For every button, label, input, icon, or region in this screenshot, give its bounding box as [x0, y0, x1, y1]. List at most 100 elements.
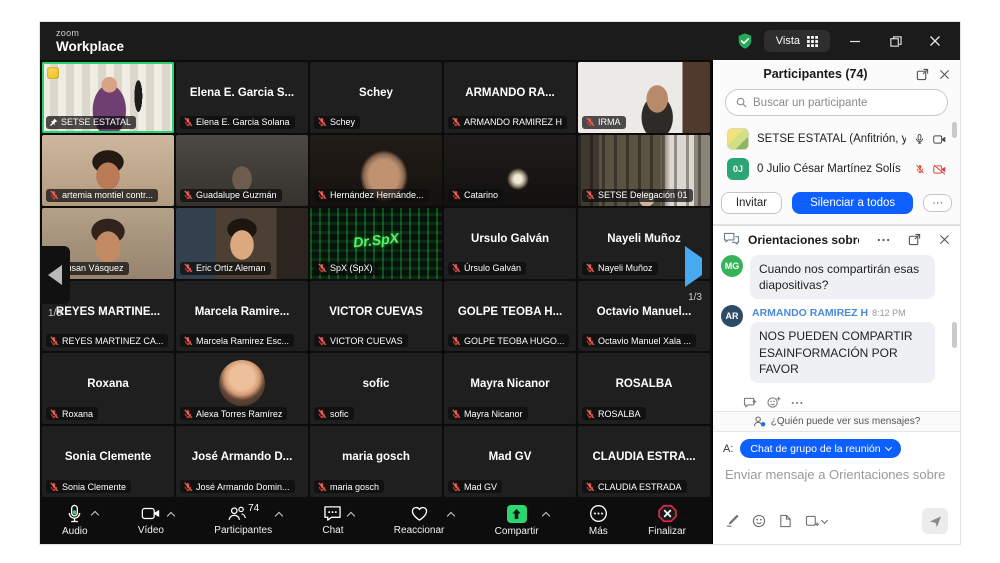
mic-muted-icon: [451, 409, 461, 419]
audio-options-caret[interactable]: [90, 511, 98, 519]
video-tile[interactable]: Alexa Torres Ramírez: [176, 353, 308, 424]
participant-row[interactable]: SETSE ESTATAL (Anfitrión, yo): [713, 124, 960, 154]
participants-options-caret[interactable]: [275, 512, 283, 520]
close-chat-icon[interactable]: [939, 234, 950, 245]
mic-muted-icon: [49, 482, 59, 492]
add-reaction-icon[interactable]: [767, 396, 781, 409]
share-options-caret[interactable]: [541, 511, 549, 519]
send-message-button[interactable]: [922, 508, 948, 534]
mic-muted-icon: [317, 117, 327, 127]
maximize-button[interactable]: [880, 28, 910, 54]
video-options-caret[interactable]: [167, 512, 175, 520]
video-tile[interactable]: SETSE ESTATAL: [42, 62, 174, 133]
reply-in-thread-icon[interactable]: [743, 397, 757, 409]
participants-panel-title: Participantes (74): [725, 67, 906, 81]
video-tile[interactable]: Dr.SpXSpX (SpX): [310, 208, 442, 279]
recipient-selector[interactable]: Chat de grupo de la reunión: [740, 439, 900, 458]
video-tile[interactable]: Hernández Hernánde...: [310, 135, 442, 206]
close-participants-icon[interactable]: [939, 69, 950, 80]
tile-nameplate: Hernández Hernánde...: [314, 189, 429, 202]
close-window-button[interactable]: [920, 28, 950, 54]
minimize-button[interactable]: [840, 28, 870, 54]
recipient-label: Chat de grupo de la reunión: [750, 443, 880, 455]
search-participant-input[interactable]: Buscar un participante: [725, 89, 948, 116]
tile-nameplate: sofic: [314, 407, 354, 420]
emoji-icon[interactable]: [752, 514, 766, 528]
react-button[interactable]: Reaccionar: [394, 505, 455, 536]
popout-chat-icon[interactable]: [908, 233, 921, 246]
mic-muted-icon: [183, 482, 193, 492]
video-tile[interactable]: artemia montiel contr...: [42, 135, 174, 206]
message-avatar: AR: [721, 305, 743, 327]
participant-row[interactable]: 0J0 Julio César Martínez Solís: [713, 154, 960, 184]
microphone-icon: [66, 504, 83, 523]
tile-centered-name: REYES MARTINE...: [47, 306, 168, 318]
message-bubble[interactable]: Cuando nos compartirán esas diapositivas…: [750, 255, 935, 299]
video-tile[interactable]: ARMANDO RA...ARMANDO RAMIREZ H: [444, 62, 576, 133]
message-bubble[interactable]: NOS PUEDEN COMPARTIR ESAINFORMACIÓN POR …: [750, 322, 935, 383]
video-tile[interactable]: ScheySchey: [310, 62, 442, 133]
video-tile[interactable]: Mad GVMad GV: [444, 426, 576, 497]
mic-icon: [914, 133, 925, 145]
video-tile[interactable]: ROSALBAROSALBA: [578, 353, 710, 424]
video-button[interactable]: Vídeo: [138, 505, 174, 536]
chat-scrollbar[interactable]: [952, 322, 957, 348]
tile-centered-name: Schey: [315, 87, 436, 99]
video-tile[interactable]: Elena E. Garcia S...Elena E. Garcia Sola…: [176, 62, 308, 133]
video-tile[interactable]: maria goschmaria gosch: [310, 426, 442, 497]
format-text-icon[interactable]: [725, 514, 739, 528]
chat-options-caret[interactable]: [346, 512, 354, 520]
mic-muted-icon: [585, 409, 595, 419]
video-tile[interactable]: GOLPE TEOBA H...GOLPE TEOBA HUGO...: [444, 281, 576, 352]
pin-icon: [49, 118, 58, 127]
screenshot-caret-icon[interactable]: [821, 516, 828, 523]
more-button[interactable]: Más: [589, 504, 608, 537]
participant-av-status: [914, 133, 946, 145]
meeting-toolbar: Audio Vídeo 74: [40, 497, 712, 544]
next-page-button[interactable]: [685, 258, 702, 276]
sidebar: Participantes (74) Buscar un participant…: [712, 60, 960, 544]
mute-all-button[interactable]: Silenciar a todos: [792, 192, 913, 214]
chat-panel-icon: [723, 232, 740, 247]
security-shield-icon[interactable]: [736, 32, 754, 50]
video-tile[interactable]: IRMA: [578, 62, 710, 133]
attach-file-icon[interactable]: [779, 514, 792, 528]
chat-more-icon[interactable]: [877, 238, 890, 242]
popout-panel-icon[interactable]: [916, 68, 929, 81]
participants-more-button[interactable]: ···: [923, 194, 952, 212]
participant-av-status: [915, 164, 946, 175]
video-tile[interactable]: Guadalupe Guzmán: [176, 135, 308, 206]
message-more-icon[interactable]: [791, 401, 803, 405]
participant-name: 0 Julio César Martínez Solís: [757, 163, 907, 175]
participants-button[interactable]: 74 Participantes: [214, 505, 282, 536]
video-tile[interactable]: CLAUDIA ESTRA...CLAUDIA ESTRADA: [578, 426, 710, 497]
tile-centered-name: Octavio Manuel...: [583, 306, 704, 318]
tile-nameplate: SpX (SpX): [314, 262, 378, 275]
end-meeting-button[interactable]: Finalizar: [648, 504, 686, 537]
chat-button[interactable]: Chat: [322, 505, 353, 536]
message-input[interactable]: Enviar mensaje a Orientaciones sobre Pro…: [725, 467, 950, 482]
video-tile[interactable]: Eric Ortiz Aleman: [176, 208, 308, 279]
video-tile[interactable]: Marcela Ramire...Marcela Ramirez Esc...: [176, 281, 308, 352]
screenshot-icon[interactable]: [805, 515, 819, 528]
video-tile[interactable]: Mayra NicanorMayra Nicanor: [444, 353, 576, 424]
video-tile[interactable]: Úrsulo GalvánÚrsulo Galván: [444, 208, 576, 279]
chat-panel-title: Orientaciones sobre Promo...: [748, 233, 859, 247]
video-tile[interactable]: Catarino: [444, 135, 576, 206]
video-tile[interactable]: RoxanaRoxana: [42, 353, 174, 424]
video-tile[interactable]: Sonia ClementeSonia Clemente: [42, 426, 174, 497]
video-tile[interactable]: SETSE Delegación 01: [578, 135, 710, 206]
video-tile[interactable]: soficsofic: [310, 353, 442, 424]
react-options-caret[interactable]: [447, 512, 455, 520]
tile-nameplate: GOLPE TEOBA HUGO...: [448, 334, 569, 347]
message-visibility-note[interactable]: ¿Quién puede ver sus mensajes?: [713, 411, 960, 432]
audio-button[interactable]: Audio: [62, 504, 98, 537]
invite-button[interactable]: Invitar: [721, 192, 782, 214]
share-button[interactable]: Compartir: [495, 505, 549, 537]
audio-label: Audio: [62, 526, 88, 537]
view-button[interactable]: Vista: [764, 30, 830, 52]
video-tile[interactable]: José Armando D...José Armando Domin...: [176, 426, 308, 497]
previous-page-button[interactable]: [40, 246, 70, 304]
participants-scrollbar[interactable]: [952, 122, 957, 138]
video-tile[interactable]: VICTOR CUEVASVICTOR CUEVAS: [310, 281, 442, 352]
